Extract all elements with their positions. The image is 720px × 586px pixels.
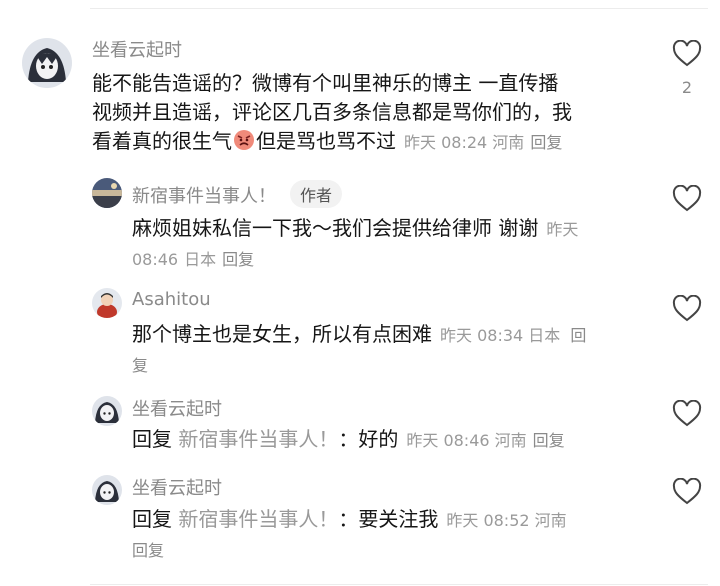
top-divider <box>90 8 708 9</box>
like-button[interactable] <box>672 478 702 506</box>
reply-target-user[interactable]: 新宿事件当事人！ <box>178 507 338 531</box>
avatar[interactable] <box>92 288 122 318</box>
comment-text-part: 看着真的很生气 <box>92 129 232 153</box>
reply-location: 河南 <box>534 511 567 530</box>
reply-prefix: 回复 <box>132 507 172 531</box>
comment-text-line: 能不能告造谣的？微博有个叫里神乐的博主 一直传播 <box>92 71 559 95</box>
comment-text-line: 看着真的很生气 但是骂也骂不过 昨天 08:24 河南 回复 <box>92 127 662 157</box>
comment-time: 昨天 08:24 <box>404 133 488 152</box>
reply-time: 昨天 08:34 <box>440 326 524 345</box>
like-count: 2 <box>681 78 693 97</box>
reply-prefix: 回复 <box>132 427 172 451</box>
reply-date: 昨天 <box>546 220 579 239</box>
reply-location: 河南 <box>494 431 527 450</box>
reply-button[interactable]: 回复 <box>530 133 562 152</box>
reply-button[interactable]: 回复 <box>533 431 565 450</box>
like-button[interactable] <box>672 295 702 323</box>
reply-text-part: 那个博主也是女生，所以有点困难 <box>132 322 432 346</box>
reply-text-part: 麻烦姐妹私信一下我～我们会提供给律师 谢谢 <box>132 216 539 240</box>
reply-button[interactable]: 回复 <box>132 541 164 560</box>
reply-target-user[interactable]: 新宿事件当事人！ <box>178 427 338 451</box>
reply-meta-line: 复 <box>132 350 652 380</box>
like-button[interactable] <box>672 185 702 213</box>
avatar[interactable] <box>92 178 122 208</box>
comment-text-part: 但是骂也骂不过 <box>256 129 396 153</box>
like-button[interactable] <box>672 400 702 428</box>
comment-username[interactable]: 坐看云起时 <box>92 36 182 62</box>
heart-outline-icon <box>672 478 702 505</box>
reply-text-line: 回复 新宿事件当事人！：好的 昨天 08:46 河南 回复 <box>132 425 652 455</box>
reply-text-part: 要关注我 <box>358 507 439 531</box>
reply-meta: 昨天 08:46 河南 回复 <box>406 431 564 450</box>
comment-text: 能不能告造谣的？微博有个叫里神乐的博主 一直传播 视频并且造谣，评论区几百多条信… <box>92 69 662 157</box>
reply-meta-line: 08:46 日本 回复 <box>132 244 652 274</box>
reply-username-link[interactable]: 新宿事件当事人！ <box>132 186 276 207</box>
author-badge: 作者 <box>290 180 343 208</box>
avatar[interactable] <box>92 396 122 426</box>
reply-colon: ： <box>338 427 359 451</box>
reply-meta: 昨天 08:34 日本回 <box>440 326 586 345</box>
reply-text: 那个博主也是女生，所以有点困难 昨天 08:34 日本回 复 <box>132 320 652 380</box>
reply-username: 新宿事件当事人！ 作者 <box>132 180 343 208</box>
angry-face-emoji-icon <box>233 129 255 151</box>
reply-time: 昨天 08:52 <box>446 511 530 530</box>
avatar[interactable] <box>22 38 72 88</box>
comment-text-line: 视频并且造谣，评论区几百多条信息都是骂你们的，我 <box>92 100 572 124</box>
heart-outline-icon <box>672 185 702 212</box>
reply-location: 日本 <box>528 326 561 345</box>
reply-button[interactable]: 回 <box>570 326 586 345</box>
reply-text: 麻烦姐妹私信一下我～我们会提供给律师 谢谢 昨天 08:46 日本 回复 <box>132 214 652 274</box>
reply-time: 昨天 08:46 <box>406 431 490 450</box>
reply-username[interactable]: 坐看云起时 <box>132 474 222 500</box>
reply-username[interactable]: 坐看云起时 <box>132 395 222 421</box>
heart-outline-icon <box>672 295 702 322</box>
heart-outline-icon <box>672 40 702 67</box>
bottom-divider <box>90 584 708 585</box>
reply-text: 回复 新宿事件当事人！：要关注我 昨天 08:52 河南 回复 <box>132 505 652 565</box>
reply-meta: 昨天 08:52 河南 <box>446 511 566 530</box>
reply-button[interactable]: 复 <box>132 356 148 375</box>
reply-text-line: 那个博主也是女生，所以有点困难 昨天 08:34 日本回 <box>132 320 652 350</box>
reply-text: 回复 新宿事件当事人！：好的 昨天 08:46 河南 回复 <box>132 425 652 455</box>
reply-colon: ： <box>338 507 359 531</box>
heart-outline-icon <box>672 400 702 427</box>
like-button[interactable] <box>672 40 702 68</box>
reply-meta-line: 回复 <box>132 535 652 565</box>
comment-meta: 昨天 08:24 河南 回复 <box>404 133 562 152</box>
reply-text-line: 麻烦姐妹私信一下我～我们会提供给律师 谢谢 昨天 <box>132 214 652 244</box>
reply-text-part: 好的 <box>358 427 399 451</box>
reply-location: 日本 <box>184 250 217 269</box>
reply-text-line: 回复 新宿事件当事人！：要关注我 昨天 08:52 河南 <box>132 505 652 535</box>
comment-location: 河南 <box>492 133 525 152</box>
reply-button[interactable]: 回复 <box>222 250 254 269</box>
reply-username[interactable]: Asahitou <box>132 289 211 310</box>
avatar[interactable] <box>92 475 122 505</box>
reply-time: 08:46 <box>132 250 179 269</box>
